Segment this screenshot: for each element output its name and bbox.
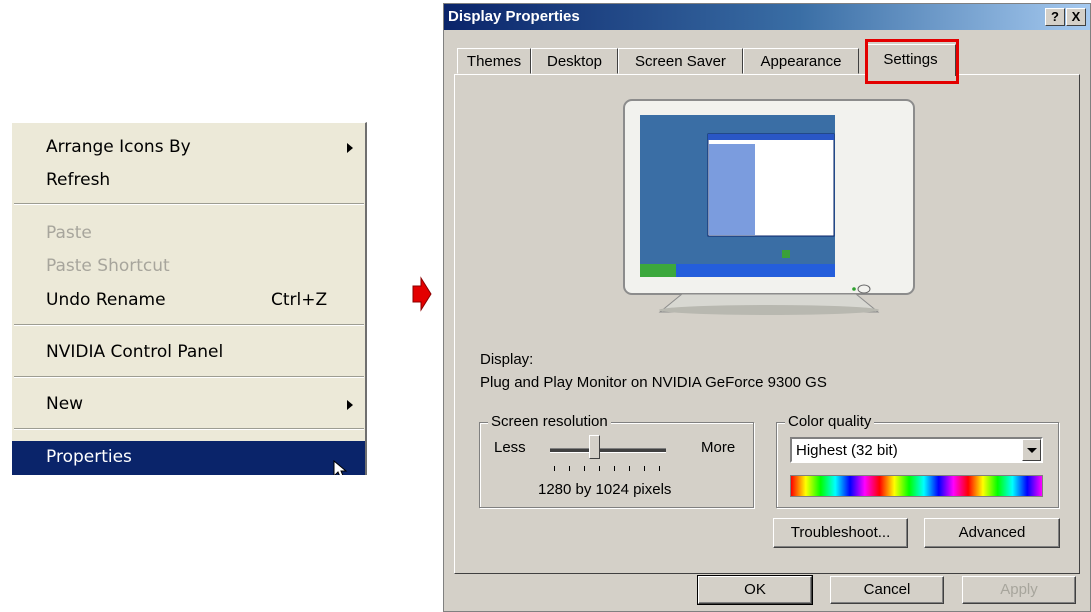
resolution-slider-ticks — [554, 466, 664, 472]
settings-tab-highlight — [865, 39, 959, 84]
menu-item-label: Undo Rename — [46, 290, 166, 310]
menu-item-label: Arrange Icons By — [46, 137, 191, 157]
display-value: Plug and Play Monitor on NVIDIA GeForce … — [480, 374, 827, 391]
color-quality-value: Highest (32 bit) — [796, 442, 898, 459]
slider-tick — [644, 466, 645, 471]
menu-item-label: New — [46, 394, 84, 414]
tab-label: Appearance — [760, 53, 842, 70]
screen-resolution-group: Screen resolution Less More 1280 by 1024… — [479, 413, 754, 508]
desktop-context-menu: Arrange Icons By Refresh Paste Paste Sho… — [11, 122, 367, 475]
menu-item-new[interactable]: New — [12, 388, 365, 420]
menu-item-properties[interactable]: Properties — [12, 441, 365, 475]
color-spectrum-bar — [790, 475, 1043, 497]
menu-item-paste: Paste — [12, 217, 365, 249]
close-button[interactable]: X — [1066, 8, 1086, 26]
display-properties-dialog: Display Properties ? X Themes Desktop Sc… — [443, 3, 1091, 612]
slider-tick — [659, 466, 660, 471]
menu-item-shortcut: Ctrl+Z — [271, 290, 328, 310]
title-bar: Display Properties ? X — [444, 4, 1090, 30]
menu-item-nvidia-control-panel[interactable]: NVIDIA Control Panel — [12, 336, 365, 368]
cancel-button[interactable]: Cancel — [830, 576, 944, 604]
menu-item-label: NVIDIA Control Panel — [46, 342, 224, 362]
tab-desktop[interactable]: Desktop — [531, 48, 618, 74]
tab-label: Desktop — [546, 53, 603, 70]
dialog-title: Display Properties — [448, 8, 580, 25]
slider-tick — [554, 466, 555, 471]
slider-tick — [614, 466, 615, 471]
mouse-cursor-icon — [333, 460, 348, 475]
tab-appearance[interactable]: Appearance — [743, 48, 859, 74]
apply-button[interactable]: Apply — [962, 576, 1076, 604]
menu-separator — [14, 376, 364, 378]
menu-item-label: Paste — [46, 223, 92, 243]
color-quality-group: Color quality Highest (32 bit) — [776, 413, 1059, 508]
help-button[interactable]: ? — [1045, 8, 1065, 26]
resolution-less-label: Less — [494, 439, 526, 456]
tab-label: Screen Saver — [635, 53, 726, 70]
color-quality-select[interactable]: Highest (32 bit) — [790, 437, 1043, 463]
menu-item-label: Properties — [46, 447, 132, 467]
color-quality-label: Color quality — [785, 413, 875, 430]
resolution-slider-track[interactable] — [550, 448, 666, 453]
menu-item-undo-rename[interactable]: Undo Rename Ctrl+Z — [12, 284, 365, 316]
submenu-arrow-icon — [347, 143, 353, 153]
screen-resolution-label: Screen resolution — [488, 413, 611, 430]
resolution-slider-thumb[interactable] — [589, 435, 601, 459]
resolution-more-label: More — [701, 439, 736, 456]
menu-separator — [14, 428, 364, 430]
menu-item-paste-shortcut: Paste Shortcut — [12, 250, 365, 282]
resolution-value: 1280 by 1024 pixels — [538, 481, 672, 498]
menu-item-label: Paste Shortcut — [46, 256, 170, 276]
right-arrow-icon — [412, 276, 432, 312]
tab-label: Themes — [466, 53, 522, 70]
slider-tick — [569, 466, 570, 471]
menu-item-arrange-icons-by[interactable]: Arrange Icons By — [12, 131, 365, 163]
submenu-arrow-icon — [347, 400, 353, 410]
advanced-button[interactable]: Advanced — [924, 518, 1060, 548]
dropdown-arrow-icon[interactable] — [1022, 439, 1041, 461]
menu-separator — [14, 324, 364, 326]
troubleshoot-button[interactable]: Troubleshoot... — [773, 518, 908, 548]
menu-item-label: Refresh — [46, 170, 111, 190]
slider-tick — [599, 466, 600, 471]
tab-screen-saver[interactable]: Screen Saver — [618, 48, 743, 74]
display-label: Display: — [480, 351, 534, 368]
menu-separator — [14, 203, 364, 205]
tab-themes[interactable]: Themes — [457, 48, 531, 74]
menu-item-refresh[interactable]: Refresh — [12, 164, 365, 196]
ok-button[interactable]: OK — [697, 575, 813, 605]
monitor-preview-icon — [623, 99, 915, 315]
slider-tick — [629, 466, 630, 471]
slider-tick — [584, 466, 585, 471]
